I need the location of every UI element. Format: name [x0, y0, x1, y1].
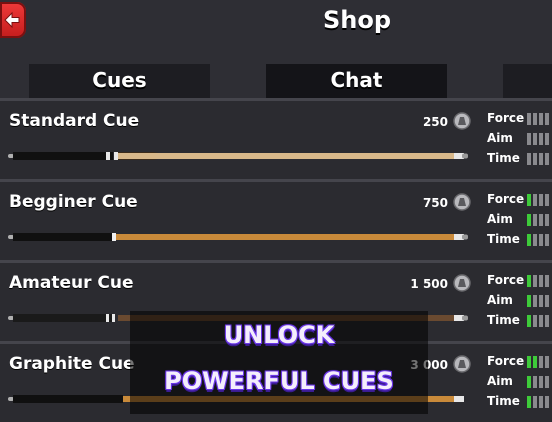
stat-label-aim: Aim — [487, 131, 513, 145]
coin-icon — [453, 193, 471, 211]
force-bar — [527, 194, 551, 206]
aim-bar — [527, 295, 551, 307]
tab-cues[interactable]: Cues — [29, 64, 210, 98]
stat-label-force: Force — [487, 273, 525, 287]
time-bar — [527, 315, 551, 327]
tab-more[interactable] — [503, 64, 552, 98]
coin-icon — [453, 355, 471, 373]
unlock-cues-banner: UNLOCK POWERFUL CUES — [130, 311, 428, 414]
stat-label-time: Time — [487, 394, 520, 408]
cue-image — [8, 152, 468, 160]
force-bar — [527, 275, 551, 287]
stat-label-time: Time — [487, 232, 520, 246]
promo-headline: UNLOCK — [223, 321, 335, 349]
cue-price: 750 — [422, 196, 448, 210]
promo-subline: POWERFUL CUES — [164, 367, 394, 395]
stat-label-force: Force — [487, 192, 525, 206]
stat-label-aim: Aim — [487, 374, 513, 388]
cue-row-standard[interactable]: Standard Cue 250 Force Aim Time — [0, 101, 552, 179]
page-title: Shop — [322, 6, 392, 34]
cue-row-begginer[interactable]: Begginer Cue 750 Force Aim Time — [0, 182, 552, 260]
aim-bar — [527, 133, 551, 145]
stat-label-aim: Aim — [487, 212, 513, 226]
coin-icon — [453, 274, 471, 292]
cue-name: Amateur Cue — [9, 273, 134, 293]
tab-chat[interactable]: Chat — [266, 64, 447, 98]
time-bar — [527, 396, 551, 408]
stat-label-force: Force — [487, 111, 525, 125]
cue-price: 1 500 — [410, 277, 448, 291]
time-bar — [527, 234, 551, 246]
cue-price: 250 — [422, 115, 448, 129]
cue-image — [8, 233, 468, 241]
stat-label-aim: Aim — [487, 293, 513, 307]
coin-icon — [453, 112, 471, 130]
cue-name: Standard Cue — [9, 111, 140, 131]
aim-bar — [527, 214, 551, 226]
time-bar — [527, 153, 551, 165]
cue-name: Begginer Cue — [9, 192, 138, 212]
shop-header: Shop Cues Chat — [0, 0, 552, 98]
stat-label-time: Time — [487, 151, 520, 165]
aim-bar — [527, 376, 551, 388]
stat-label-time: Time — [487, 313, 520, 327]
stat-label-force: Force — [487, 354, 525, 368]
force-bar — [527, 113, 551, 125]
force-bar — [527, 356, 551, 368]
cue-name: Graphite Cue — [9, 354, 135, 374]
